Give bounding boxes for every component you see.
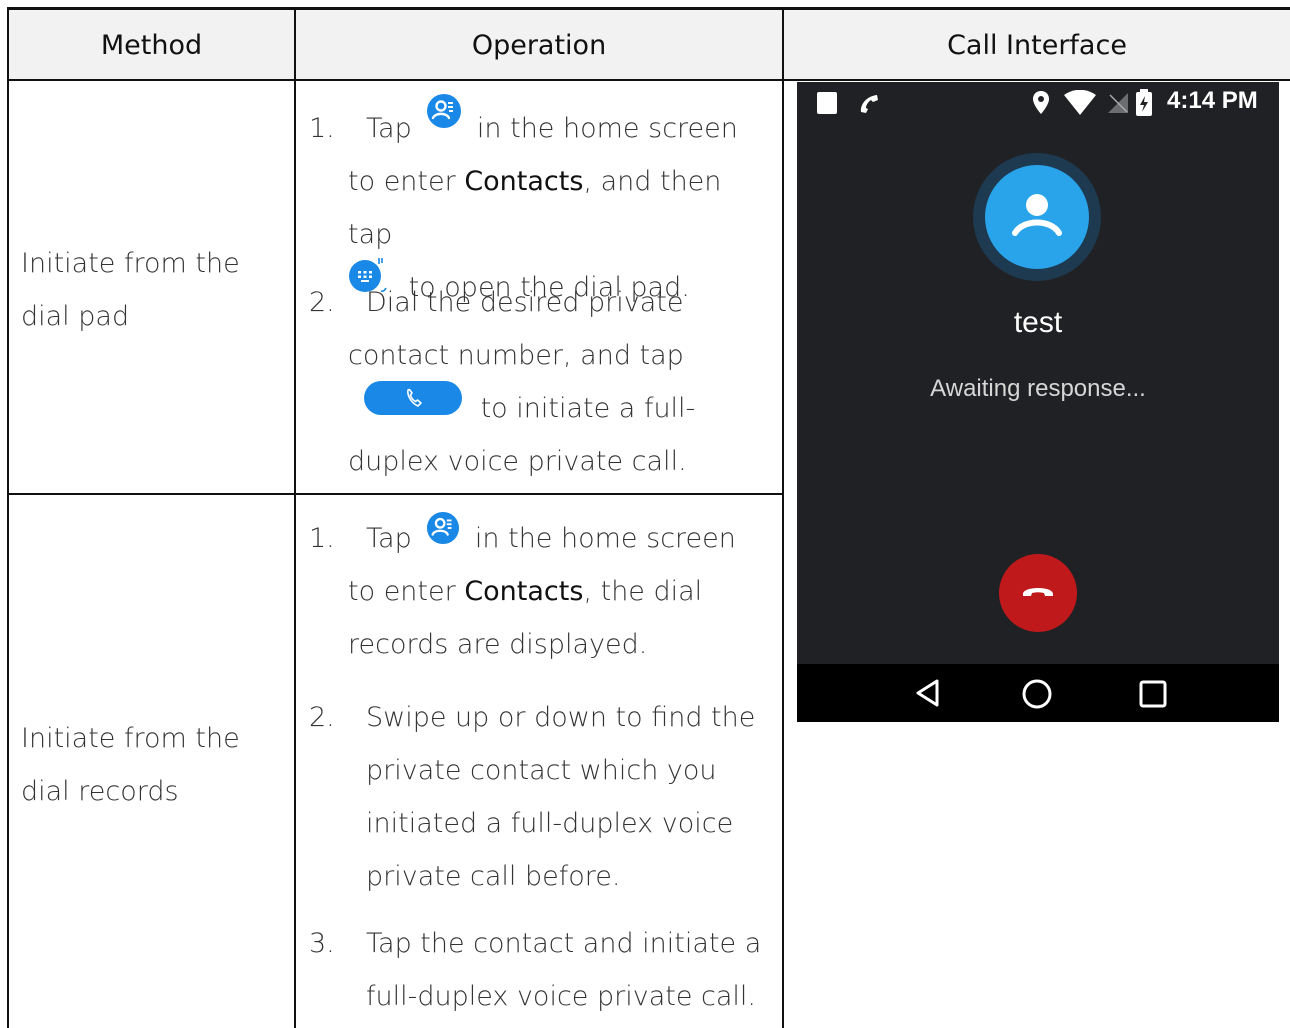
wifi-icon: [1064, 90, 1096, 115]
call-interface-screenshot: 4:14 PM test Awaiting response...: [797, 82, 1279, 722]
row1-step1-number: 1.: [309, 113, 335, 144]
row1-step2-number: 2.: [309, 287, 335, 318]
call-status: Awaiting response...: [930, 375, 1146, 402]
row2-method: Initiate from the dial records: [21, 723, 240, 807]
row1-method: Initiate from the dial pad: [21, 248, 240, 332]
row1-step1-contacts: Contacts: [464, 166, 584, 197]
no-signal-icon: [1108, 93, 1128, 113]
call-button-icon: [364, 380, 462, 433]
row2-step1-number: 1.: [309, 523, 335, 554]
row1-step1-a: Tap: [366, 113, 412, 144]
status-time: 4:14 PM: [1167, 87, 1258, 114]
notification-square-icon: [817, 92, 837, 114]
table-border-top: [7, 7, 1290, 10]
location-icon: [1033, 91, 1049, 114]
home-icon[interactable]: [1021, 678, 1053, 710]
header-method: Method: [9, 10, 294, 80]
person-icon: [1012, 194, 1062, 236]
column-divider-1: [294, 7, 296, 1028]
avatar: [985, 165, 1089, 269]
recents-icon[interactable]: [1139, 680, 1167, 708]
row1-step2-a: Dial the desired private contact number,…: [348, 287, 684, 371]
row2-step1-contacts: Contacts: [464, 576, 584, 607]
battery-charging-icon: [1136, 89, 1152, 116]
header-call-interface: Call Interface: [784, 10, 1290, 80]
row2-step3-number: 3.: [309, 928, 335, 959]
table-border-left: [7, 7, 9, 1028]
navigation-bar: [797, 664, 1279, 722]
ongoing-call-icon: [860, 95, 878, 113]
contacts-app-icon: [426, 93, 462, 147]
row2-step1-a: Tap: [366, 523, 412, 554]
header-operation-label: Operation: [471, 29, 607, 61]
row-divider: [7, 493, 784, 495]
contact-name: test: [1013, 306, 1063, 339]
header-method-label: Method: [100, 29, 203, 61]
back-icon[interactable]: [915, 679, 941, 707]
end-call-icon: [1023, 588, 1053, 596]
header-divider: [7, 79, 1290, 81]
row2-step2-text: Swipe up or down to find the private con…: [366, 702, 756, 892]
row2-step2-number: 2.: [309, 702, 335, 733]
row2-step1-text: Tap in the home screen to enter Contacts…: [348, 510, 768, 671]
column-divider-2: [782, 7, 784, 1028]
header-call-interface-label: Call Interface: [947, 29, 1127, 61]
contacts-app-icon: [426, 510, 460, 563]
row1-step2-text: Dial the desired private contact number,…: [348, 276, 768, 488]
end-call-button[interactable]: [999, 554, 1077, 632]
header-operation: Operation: [296, 10, 782, 80]
row2-step3-text: Tap the contact and initiate a full-dupl…: [366, 928, 762, 1012]
